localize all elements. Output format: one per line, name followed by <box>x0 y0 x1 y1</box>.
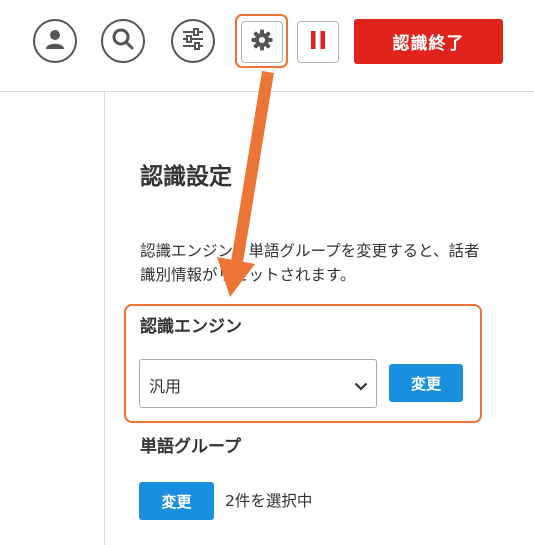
engine-change-button[interactable]: 変更 <box>389 364 463 402</box>
word-group-label: 単語グループ <box>140 437 241 457</box>
pause-button[interactable] <box>297 21 339 63</box>
engine-select[interactable]: 汎用 <box>139 359 377 408</box>
sliders-icon <box>181 28 205 54</box>
settings-description: 認識エンジン・単語グループを変更すると、話者識別情報がリセットされます。 <box>140 242 480 284</box>
user-button[interactable] <box>33 19 77 63</box>
chevron-down-icon <box>354 376 368 395</box>
user-icon <box>44 28 66 54</box>
search-button[interactable] <box>101 19 145 63</box>
filter-button[interactable] <box>171 19 215 63</box>
settings-highlight <box>235 14 288 68</box>
word-group-status: 2件を選択中 <box>225 492 313 510</box>
page-title: 認識設定 <box>140 164 232 190</box>
word-group-change-button[interactable]: 変更 <box>139 482 214 520</box>
pause-icon <box>310 31 326 53</box>
sidebar-divider <box>104 91 105 545</box>
search-icon <box>111 27 135 55</box>
end-recognition-button[interactable]: 認識終了 <box>354 19 503 64</box>
engine-label: 認識エンジン <box>140 317 242 337</box>
engine-select-value: 汎用 <box>149 377 182 396</box>
header-divider <box>0 91 534 92</box>
